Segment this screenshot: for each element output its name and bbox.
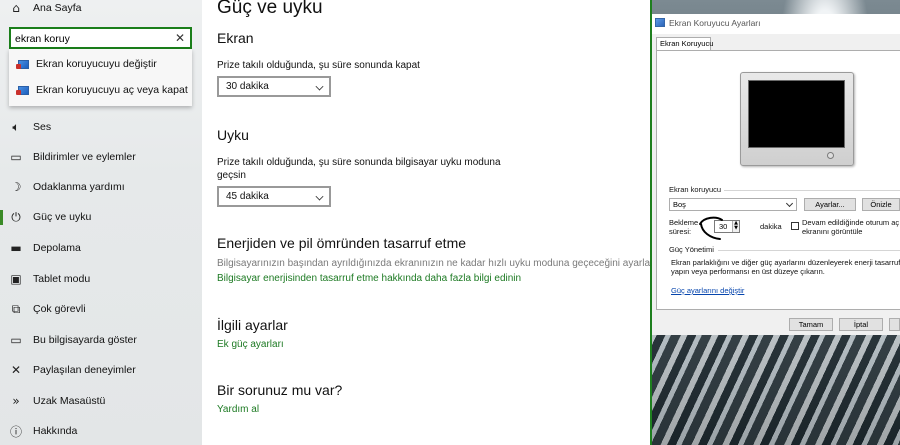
sidebar-item-label: Ana Sayfa xyxy=(33,2,82,14)
ok-button[interactable]: Tamam xyxy=(789,318,833,331)
apply-button[interactable] xyxy=(889,318,900,331)
divider xyxy=(718,250,900,251)
divider xyxy=(724,190,900,191)
project-icon: ▭ xyxy=(10,333,22,347)
sidebar-item-label: Çok görevli xyxy=(33,303,86,315)
sidebar-item-label: Güç ve uyku xyxy=(33,211,92,223)
monitor-icon xyxy=(16,59,29,69)
settings-sidebar: ⌂ Ana Sayfa ✕ Ekran koruyucuyu değiştir … xyxy=(0,0,202,445)
info-icon: ⓘ xyxy=(9,424,22,439)
question-heading: Bir sorunuz mu var? xyxy=(217,382,343,398)
page-title: Güç ve uyku xyxy=(217,0,323,18)
change-power-settings-link[interactable]: Güç ayarlarını değiştir xyxy=(671,286,744,295)
cancel-button[interactable]: İptal xyxy=(839,318,883,331)
sidebar-item-notifications[interactable]: ▭ Bildirimler ve eylemler xyxy=(0,142,202,172)
monitor-icon xyxy=(16,85,29,95)
get-help-link[interactable]: Yardım al xyxy=(217,404,259,415)
sleep-heading: Uyku xyxy=(217,127,249,143)
screensaver-selected: Boş xyxy=(673,200,686,209)
screen-heading: Ekran xyxy=(217,30,254,46)
resume-label: Devam edildiğinde oturum aç xyxy=(802,218,900,227)
monitor-icon xyxy=(655,18,665,27)
power-group-label: Güç Yönetimi xyxy=(669,245,714,254)
screen-timeout-dropdown[interactable]: 30 dakika xyxy=(217,76,331,97)
power-description: Ekran parlaklığını ve diğer güç ayarları… xyxy=(671,258,900,267)
sleep-timeout-value: 45 dakika xyxy=(226,191,269,202)
wait-label: Bekleme xyxy=(669,218,699,227)
search-box[interactable]: ✕ xyxy=(9,27,192,49)
screen-label: Prize takılı olduğunda, şu süre sonunda … xyxy=(217,60,420,71)
search-suggestions: Ekran koruyucuyu değiştir Ekran koruyucu… xyxy=(9,49,192,106)
additional-power-settings-link[interactable]: Ek güç ayarları xyxy=(217,339,284,350)
minutes-label: dakika xyxy=(760,222,782,231)
suggestion-item[interactable]: Ekran koruyucuyu aç veya kapat xyxy=(9,77,192,103)
energy-heading: Enerjiden ve pil ömründen tasarruf etme xyxy=(217,235,467,251)
sidebar-item-label: Hakkında xyxy=(33,425,78,437)
energy-info-link[interactable]: Bilgisayar enerjisinden tasarruf etme ha… xyxy=(217,273,521,284)
search-input[interactable] xyxy=(15,31,165,46)
sidebar-item-project[interactable]: ▭ Bu bilgisayarda göster xyxy=(0,325,202,355)
sidebar-item-shared[interactable]: ✕ Paylaşılan deneyimler xyxy=(0,355,202,385)
sidebar-item-power[interactable]: ⏻ Güç ve uyku xyxy=(0,202,202,232)
sidebar-item-storage[interactable]: ▬ Depolama xyxy=(0,233,202,263)
sidebar-item-sound[interactable]: 🔈︎ Ses xyxy=(0,112,202,142)
screensaver-preview-monitor xyxy=(740,72,854,166)
sidebar-item-label: Bildirimler ve eylemler xyxy=(33,151,136,163)
snowy-trees-wallpaper xyxy=(650,335,900,445)
hand-drawn-arc-annotation xyxy=(699,216,723,240)
sidebar-item-focus[interactable]: ☽ Odaklanma yardımı xyxy=(0,172,202,202)
suggestion-label: Ekran koruyucuyu değiştir xyxy=(36,58,157,70)
chevron-down-icon xyxy=(315,82,324,91)
sidebar-item-home[interactable]: ⌂ Ana Sayfa xyxy=(0,0,202,23)
speaker-icon: 🔈︎ xyxy=(12,119,20,134)
notification-icon: ▭ xyxy=(10,150,22,164)
remote-icon: » xyxy=(12,394,20,408)
chevron-down-icon xyxy=(315,192,324,201)
sidebar-item-label: Uzak Masaüstü xyxy=(33,395,106,407)
sidebar-item-label: Tablet modu xyxy=(33,273,91,285)
sidebar-item-remote[interactable]: » Uzak Masaüstü xyxy=(0,386,202,416)
preview-screen xyxy=(748,80,845,148)
screensaver-select[interactable]: Boş xyxy=(669,198,797,211)
dialog-titlebar[interactable]: Ekran Koruyucu Ayarları xyxy=(652,14,900,34)
suggestion-item[interactable]: Ekran koruyucuyu değiştir xyxy=(9,51,192,77)
storage-icon: ▬ xyxy=(10,241,22,255)
resume-label-2: ekranını görüntüle xyxy=(802,227,863,236)
shared-icon: ✕ xyxy=(10,363,22,377)
sidebar-item-label: Depolama xyxy=(33,242,81,254)
screen-timeout-value: 30 dakika xyxy=(226,81,269,92)
monitor-power-button xyxy=(827,152,834,159)
sidebar-item-label: Paylaşılan deneyimler xyxy=(33,364,136,376)
multitask-icon: ⧉ xyxy=(11,301,21,316)
tablet-icon: ▣ xyxy=(10,272,22,286)
close-icon[interactable]: ✕ xyxy=(173,30,187,46)
screensaver-group-label: Ekran koruyucu xyxy=(669,185,722,194)
related-heading: İlgili ayarlar xyxy=(217,317,288,333)
settings-content: Güç ve uyku Ekran Prize takılı olduğunda… xyxy=(202,0,667,445)
dialog-title: Ekran Koruyucu Ayarları xyxy=(669,18,761,28)
wait-label-2: süresi: xyxy=(669,227,692,236)
settings-button[interactable]: Ayarlar... xyxy=(804,198,856,211)
resume-logon-checkbox[interactable] xyxy=(791,222,799,230)
sidebar-item-tablet[interactable]: ▣ Tablet modu xyxy=(0,264,202,294)
suggestion-label: Ekran koruyucuyu aç veya kapat xyxy=(36,84,188,96)
sleep-timeout-dropdown[interactable]: 45 dakika xyxy=(217,186,331,207)
energy-description: Bilgisayarınızın başından ayrıldığınızda… xyxy=(217,258,667,269)
sidebar-item-about[interactable]: ⓘ Hakkında xyxy=(0,416,202,445)
power-icon: ⏻ xyxy=(11,209,21,224)
sidebar-item-label: Odaklanma yardımı xyxy=(33,181,125,193)
preview-button[interactable]: Önizle xyxy=(862,198,900,211)
tab-screensaver[interactable]: Ekran Koruyucu xyxy=(656,37,713,51)
sleep-label: Prize takılı olduğunda, şu süre sonunda … xyxy=(217,157,501,181)
home-icon: ⌂ xyxy=(12,1,20,15)
sidebar-item-label: Bu bilgisayarda göster xyxy=(33,334,137,346)
moon-icon: ☽ xyxy=(10,180,22,194)
power-description-2: yapın veya performansı en üst düzeye çık… xyxy=(671,267,825,276)
sidebar-item-label: Ses xyxy=(33,121,52,133)
sidebar-item-multitask[interactable]: ⧉ Çok görevli xyxy=(0,294,202,324)
chevron-down-icon xyxy=(785,199,794,208)
